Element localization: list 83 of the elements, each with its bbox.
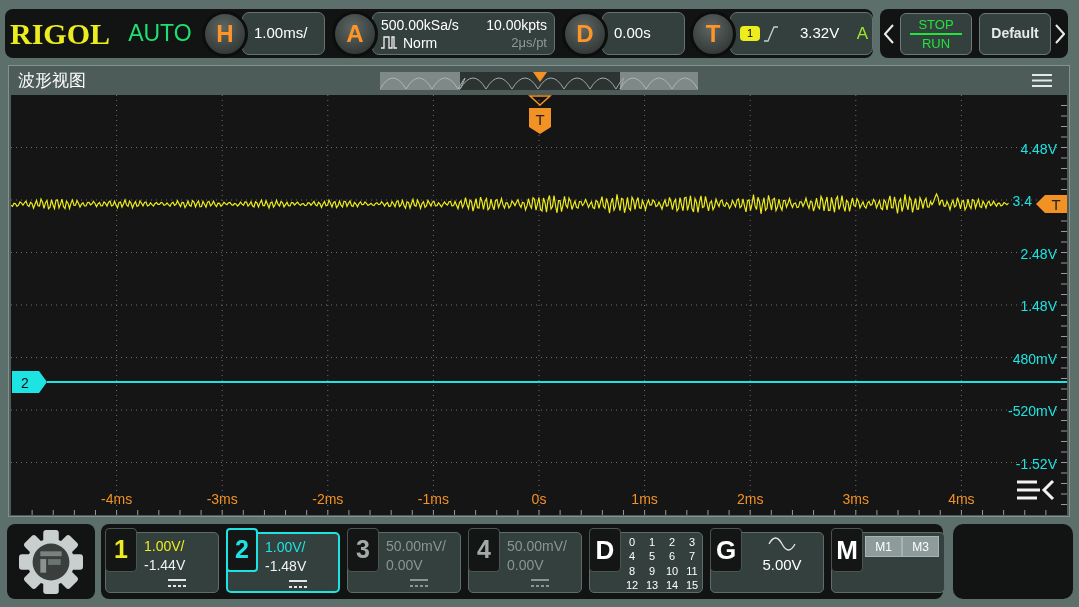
time-label: -4ms <box>101 491 133 507</box>
trigger-level: 3.32V <box>800 23 840 44</box>
sample-rate: 500.00kSa/s <box>381 15 459 34</box>
generator-key: G <box>710 528 742 572</box>
digital-channel-label: 11 <box>685 563 699 578</box>
channel-number: 4 <box>468 528 500 572</box>
sine-wave-icon <box>768 537 796 551</box>
menu-icon[interactable] <box>1032 74 1052 87</box>
generator-amplitude: 5.00V <box>762 555 802 575</box>
default-button[interactable]: Default <box>979 12 1051 55</box>
channel-number: 3 <box>347 528 379 572</box>
dc-coupling-icon <box>531 579 549 587</box>
digital-channel-label: 5 <box>647 549 657 564</box>
time-label: -1ms <box>417 491 449 507</box>
channel-scale: 50.00mV/ <box>507 537 567 556</box>
channel-offset: -1.44V <box>144 556 186 575</box>
acquire-panel[interactable]: 500.00kSa/s 10.00kpts Norm 2μs/pt <box>372 12 555 55</box>
digital-channel-label: 13 <box>644 577 660 592</box>
window-title: 波形视图 <box>18 69 86 92</box>
voltage-label: 3.4 <box>1012 193 1032 209</box>
digital-channel-label: 15 <box>684 577 700 592</box>
dc-coupling-icon <box>168 579 186 587</box>
collapse-panel-icon[interactable] <box>1017 479 1055 501</box>
voltage-label: 480mV <box>1012 350 1057 367</box>
delay-offset: 0.00s <box>614 23 651 44</box>
digital-channel-label: 8 <box>627 563 637 578</box>
channel-scale: 50.00mV/ <box>386 537 446 556</box>
digital-channel-label: 7 <box>687 549 697 564</box>
trigger-source: 1 <box>740 26 760 41</box>
digital-channel-label: 4 <box>627 549 637 564</box>
digital-key: D <box>589 528 621 572</box>
square-pulse-icon <box>381 36 397 49</box>
digital-channel-label: 1 <box>647 535 657 550</box>
digital-channel-label: 6 <box>667 549 677 564</box>
run-stop-button[interactable]: STOP RUN <box>900 12 972 55</box>
voltage-label: 2.48V <box>1020 245 1057 262</box>
channel-offset: 0.00V <box>507 556 545 575</box>
digital-channel-label: 12 <box>624 577 640 592</box>
chevron-right-icon[interactable] <box>1055 23 1065 44</box>
trigger-position-icon <box>533 71 547 82</box>
trigger-sweep: A <box>856 22 868 45</box>
acquire-mode: Norm <box>403 33 438 52</box>
digital-channel-label: 2 <box>667 535 677 550</box>
trigger-status: AUTO <box>128 22 193 45</box>
time-label: -2ms <box>312 491 344 507</box>
digital-channel-label: 0 <box>627 535 637 550</box>
time-label: 1ms <box>631 491 658 507</box>
channel-scale: 1.00V/ <box>144 537 186 556</box>
voltage-label: 4.48V <box>1020 140 1057 157</box>
launcher-button[interactable] <box>7 524 95 599</box>
math-key: M <box>831 528 863 572</box>
time-label: -3ms <box>206 491 238 507</box>
chevron-left-icon[interactable] <box>884 23 894 44</box>
time-per-point: 2μs/pt <box>511 33 547 52</box>
channel-offset: -1.48V <box>265 557 307 576</box>
dc-coupling-icon <box>289 580 307 588</box>
gear-icon <box>19 529 83 594</box>
trigger-level-marker[interactable]: T <box>1036 195 1067 213</box>
time-label: 0s <box>531 491 547 507</box>
delay-panel[interactable]: 0.00s <box>602 12 685 55</box>
rising-edge-icon <box>764 25 778 42</box>
channel-offset: 0.00V <box>386 556 424 575</box>
digital-channel-label: 14 <box>664 577 680 592</box>
brand-logo: RIGOL <box>10 18 112 49</box>
timebase-scale: 1.00ms/ <box>254 23 308 44</box>
memory-depth: 10.00kpts <box>486 15 547 34</box>
trigger-panel[interactable]: 1 3.32V A <box>730 12 873 55</box>
voltage-label: -520mV <box>1007 403 1057 419</box>
voltage-label: 1.48V <box>1020 298 1057 314</box>
channel-scale: 1.00V/ <box>265 538 307 557</box>
digital-channel-label: 3 <box>687 535 697 550</box>
time-label: 2ms <box>736 491 764 507</box>
time-label: 4ms <box>948 491 975 507</box>
timebase-panel[interactable]: 1.00ms/ <box>242 12 325 55</box>
waveform-overview[interactable] <box>380 71 698 90</box>
dc-coupling-icon <box>410 579 428 587</box>
voltage-label: -1.52V <box>1015 455 1057 472</box>
channel-number: 2 <box>226 528 258 572</box>
digital-channel-label: 9 <box>647 563 657 578</box>
channel-number: 1 <box>105 528 137 572</box>
digital-channel-label: 10 <box>664 563 680 578</box>
time-label: 3ms <box>842 491 870 507</box>
channel-marker[interactable]: 2 <box>12 371 47 393</box>
